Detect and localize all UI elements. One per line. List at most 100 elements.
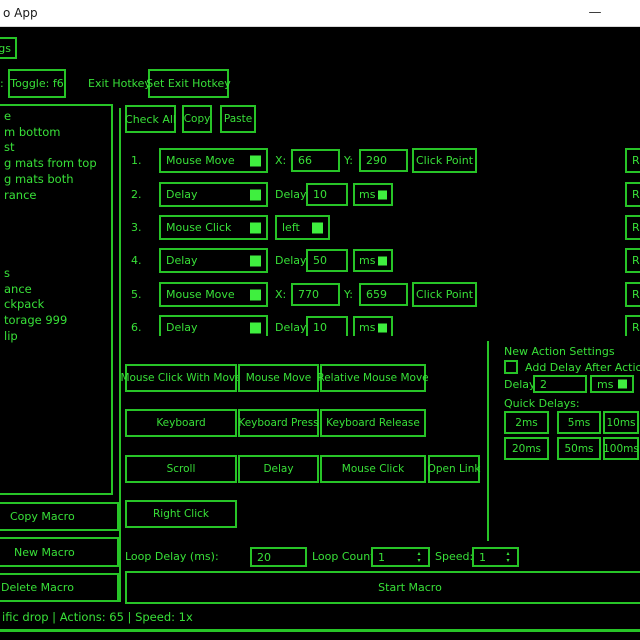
new-action-settings-border [487, 341, 489, 541]
new-action-settings-title: New Action Settings [504, 345, 615, 358]
macro-list-item[interactable] [0, 219, 111, 235]
dropdown-arrow-icon [378, 190, 387, 199]
delay-input[interactable]: 10 [306, 316, 348, 336]
macro-list-item[interactable]: lip [0, 329, 111, 345]
action-row: 6.DelayDelay10msR [121, 315, 640, 336]
macro-list-item[interactable]: g mats both [0, 172, 111, 188]
action-row: 5.Mouse MoveX:770Y:659Click PointR [121, 282, 640, 307]
macro-list-item[interactable]: torage 999 [0, 313, 111, 329]
title-bar [0, 0, 640, 27]
add-mouse-move-button[interactable]: Mouse Move [238, 364, 319, 392]
delay-input[interactable]: 10 [306, 183, 348, 206]
remove-action-button[interactable]: R [625, 215, 640, 240]
macro-list-item[interactable] [0, 235, 111, 251]
add-delay-checkbox[interactable] [504, 360, 518, 374]
action-type-dropdown[interactable]: Mouse Click [159, 215, 268, 240]
nas-delay-unit-dropdown[interactable]: ms [590, 375, 634, 393]
macro-list-item[interactable]: m bottom [0, 125, 111, 141]
set-exit-hotkey-button[interactable]: Set Exit Hotkey [148, 69, 229, 98]
nas-delay-input[interactable]: 2 [533, 375, 587, 393]
click-button-dropdown[interactable]: left [275, 215, 330, 240]
add-scroll-button[interactable]: Scroll [125, 455, 237, 483]
quick-delay-100ms-button[interactable]: 100ms [603, 437, 639, 460]
quick-delay-10ms-button[interactable]: 10ms [603, 411, 639, 434]
action-row: 1.Mouse MoveX:66Y:290Click PointR [121, 148, 640, 173]
macro-list-item[interactable]: g mats from top [0, 156, 111, 172]
loop-delay-input[interactable]: 20 [250, 547, 307, 567]
delay-label: Delay [275, 188, 307, 201]
action-type-dropdown[interactable]: Delay [159, 315, 268, 336]
y-input[interactable]: 659 [359, 283, 408, 306]
loop-count-value: 1 [378, 551, 385, 564]
x-input[interactable]: 66 [291, 149, 340, 172]
macro-list-item[interactable]: ckpack [0, 297, 111, 313]
delay-label: Delay [275, 254, 307, 267]
macro-list-item[interactable] [0, 250, 111, 266]
new-macro-button[interactable]: New Macro [0, 537, 119, 567]
action-type-dropdown[interactable]: Delay [159, 182, 268, 207]
x-label: X: [275, 154, 286, 167]
dropdown-arrow-icon [618, 380, 627, 389]
quick-delay-2ms-button[interactable]: 2ms [504, 411, 549, 434]
minimize-button[interactable]: — [580, 2, 610, 24]
remove-action-button[interactable]: R [625, 148, 640, 173]
delay-unit-dropdown[interactable]: ms [353, 249, 393, 272]
action-type-dropdown[interactable]: Delay [159, 248, 268, 273]
copy-button[interactable]: Copy [182, 105, 212, 133]
macro-list[interactable]: em bottomstg mats from topg mats bothran… [0, 104, 113, 495]
dropdown-arrow-icon [378, 256, 387, 265]
loop-count-label: Loop Count: [312, 550, 378, 563]
add-delay-button[interactable]: Delay [238, 455, 319, 483]
y-input[interactable]: 290 [359, 149, 408, 172]
click-point-button[interactable]: Click Point [412, 148, 477, 173]
action-number: 6. [131, 321, 142, 334]
delay-unit-dropdown[interactable]: ms [353, 316, 393, 336]
add-keyboard-button[interactable]: Keyboard [125, 409, 237, 437]
remove-action-button[interactable]: R [625, 315, 640, 336]
paste-button[interactable]: Paste [220, 105, 256, 133]
add-mouse-click-button[interactable]: Mouse Click [320, 455, 426, 483]
add-keyboard-release-button[interactable]: Keyboard Release [320, 409, 426, 437]
add-keyboard-press-button[interactable]: Keyboard Press [238, 409, 319, 437]
check-all-button[interactable]: Check All [125, 105, 176, 133]
speed-stepper[interactable]: 1 ▴▾ [472, 547, 519, 567]
macro-list-item[interactable]: ance [0, 282, 111, 298]
delay-input[interactable]: 50 [306, 249, 348, 272]
dropdown-arrow-icon [250, 289, 261, 300]
action-row: 2.DelayDelay10msR [121, 182, 640, 207]
remove-action-button[interactable]: R [625, 248, 640, 273]
stepper-arrows-icon[interactable]: ▴▾ [503, 550, 513, 566]
action-number: 4. [131, 254, 142, 267]
stepper-arrows-icon[interactable]: ▴▾ [414, 550, 424, 566]
start-macro-button[interactable]: Start Macro [125, 571, 640, 604]
quick-delay-50ms-button[interactable]: 50ms [557, 437, 601, 460]
tab-settings[interactable]: gs [0, 37, 17, 59]
toggle-hotkey-button[interactable]: Toggle: f6 [8, 69, 66, 98]
loop-count-stepper[interactable]: 1 ▴▾ [371, 547, 430, 567]
action-type-dropdown[interactable]: Mouse Move [159, 148, 268, 173]
macro-list-item[interactable]: e [0, 106, 111, 125]
macro-list-item[interactable] [0, 203, 111, 219]
macro-list-item[interactable]: rance [0, 188, 111, 204]
loop-delay-label: Loop Delay (ms): [125, 550, 219, 563]
delete-macro-button[interactable]: Delete Macro [0, 573, 119, 602]
copy-macro-button[interactable]: Copy Macro [0, 502, 119, 531]
quick-delay-20ms-button[interactable]: 20ms [504, 437, 549, 460]
window-title: o App [3, 6, 38, 20]
delay-unit-dropdown[interactable]: ms [353, 183, 393, 206]
x-input[interactable]: 770 [291, 283, 340, 306]
remove-action-button[interactable]: R [625, 182, 640, 207]
macro-list-item[interactable]: s [0, 266, 111, 282]
dropdown-arrow-icon [378, 323, 387, 332]
add-right-click-button[interactable]: Right Click [125, 500, 237, 528]
action-number: 3. [131, 221, 142, 234]
quick-delay-5ms-button[interactable]: 5ms [557, 411, 601, 434]
add-mouse-click-with-move-button[interactable]: Mouse Click With Move [125, 364, 237, 392]
y-label: Y: [344, 288, 353, 301]
click-point-button[interactable]: Click Point [412, 282, 477, 307]
remove-action-button[interactable]: R [625, 282, 640, 307]
add-open-link-button[interactable]: Open Link [428, 455, 480, 483]
add-relative-mouse-move-button[interactable]: Relative Mouse Move [320, 364, 426, 392]
macro-list-item[interactable]: st [0, 140, 111, 156]
action-type-dropdown[interactable]: Mouse Move [159, 282, 268, 307]
